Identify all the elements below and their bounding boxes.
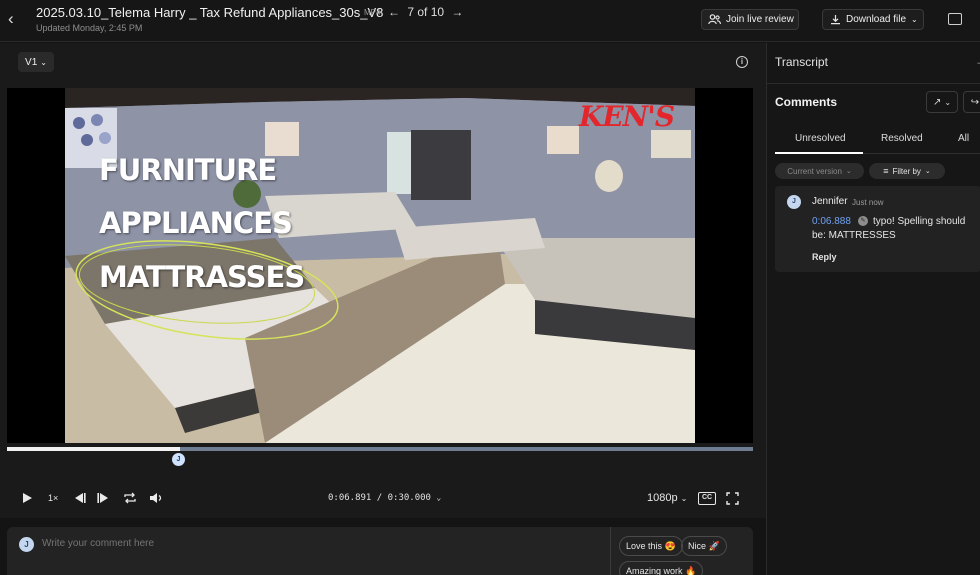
playback-speed-button[interactable]: 1× [48,493,58,503]
avatar: J [787,195,801,209]
tab-resolved[interactable]: Resolved [881,133,923,144]
filter-icon: ≡ [883,166,889,176]
format-badge: MP4 [364,8,381,17]
chevron-down-icon: ⌄ [944,97,952,107]
comment-text-line-2: be: MATTRESSES [812,230,896,241]
tab-all[interactable]: All [958,133,969,144]
join-live-review-button[interactable]: Join live review [701,9,799,30]
loop-icon[interactable] [123,492,137,507]
tab-unresolved[interactable]: Unresolved [795,133,846,144]
comment-time: Just now [852,198,884,207]
file-title: 2025.03.10_Telema Harry _ Tax Refund App… [36,5,384,20]
comment-composer: J Love this 😍 Nice 🚀 Amazing work 🔥 [7,527,753,575]
comments-title: Comments [775,95,838,109]
video-player: V1 ⌄ i FURNITURE APPLIANCES MATTRASSES K… [0,43,766,518]
download-file-label: Download file [846,14,907,25]
current-version-label: Current version [787,166,842,176]
share-icon[interactable]: ↪ [963,91,980,113]
filter-by-button[interactable]: ≡ Filter by ⌄ [869,163,945,179]
overlay-line-appliances: APPLIANCES [99,206,293,240]
chevron-down-icon: ⌄ [436,493,442,502]
reaction-love-this[interactable]: Love this 😍 [619,536,683,556]
version-selector[interactable]: V1 ⌄ [18,52,54,72]
volume-icon[interactable] [149,492,163,507]
top-bar: ‹ 2025.03.10_Telema Harry _ Tax Refund A… [0,0,980,42]
timecode[interactable]: 0:06.891 / 0:30.000 ⌄ [328,493,441,503]
chevron-down-icon: ⌄ [911,15,918,24]
chevron-down-icon: ⌄ [680,494,688,503]
reaction-amazing-work[interactable]: Amazing work 🔥 [619,561,704,575]
arrow-left-icon[interactable]: ← [388,5,400,19]
previous-frame-icon[interactable] [72,492,86,507]
progress-fill [7,447,181,451]
comment-text-line-1: typo! Spelling should [873,216,966,227]
progress-bar[interactable] [7,447,753,451]
captions-button[interactable]: CC [698,492,716,505]
divider [767,83,980,84]
comment-timestamp-link[interactable]: 0:06.888 [812,216,851,227]
video-frame: FURNITURE APPLIANCES MATTRASSES KEN'S [65,88,695,443]
arrow-right-icon[interactable]: → [451,5,463,19]
current-version-filter[interactable]: Current version ⌄ [775,163,864,179]
play-icon[interactable] [22,492,33,507]
active-tab-indicator [775,152,863,154]
pager-text: 7 of 10 [407,5,445,19]
reaction-nice[interactable]: Nice 🚀 [681,536,727,556]
divider [610,527,611,575]
store-logo: KEN'S [579,100,675,133]
comment-author: Jennifer [812,196,848,207]
overlay-line-mattrasses: MATTRASSES [99,260,305,294]
chevron-left-icon[interactable]: ‹ [8,9,24,29]
reply-button[interactable]: Reply [812,252,837,262]
updated-text: Updated Monday, 2:45 PM [36,23,143,33]
overlay-line-furniture: FURNITURE [99,153,277,187]
comment-marker[interactable]: J [172,453,185,466]
quality-selector[interactable]: 1080p ⌄ [647,492,687,504]
comment-card[interactable]: J Jennifer Just now 0:06.888 ✎ typo! Spe… [775,186,980,272]
filter-by-label: Filter by [892,166,921,176]
time-total: 0:30.000 [387,493,431,503]
arrow-right-icon[interactable]: → [975,54,980,68]
download-file-button[interactable]: Download file ⌄ [822,9,924,30]
captions-panel-icon[interactable] [948,13,962,25]
video-stage[interactable]: FURNITURE APPLIANCES MATTRASSES KEN'S [7,88,753,443]
transcript-title[interactable]: Transcript [775,55,828,69]
comment-input[interactable] [42,538,342,549]
info-icon[interactable]: i [736,56,748,68]
external-link-icon: ↗ [932,96,942,108]
quality-label: 1080p [647,492,678,504]
join-live-review-label: Join live review [726,14,794,25]
download-icon [831,15,840,25]
comments-sidebar: Transcript → Comments ↗ ⌄ ↪ Unresolved R… [766,43,980,575]
time-current: 0:06.891 [328,493,372,503]
next-frame-icon[interactable] [97,492,111,507]
people-icon [708,14,721,25]
version-label: V1 [25,56,38,68]
chevron-down-icon: ⌄ [924,168,931,175]
avatar: J [19,537,34,552]
chevron-down-icon: ⌄ [845,168,852,175]
pen-icon: ✎ [858,216,868,226]
file-pager: ← 7 of 10 → [388,5,463,19]
chevron-down-icon: ⌄ [40,57,47,67]
fullscreen-icon[interactable] [726,492,739,508]
export-comments-button[interactable]: ↗ ⌄ [926,91,958,113]
